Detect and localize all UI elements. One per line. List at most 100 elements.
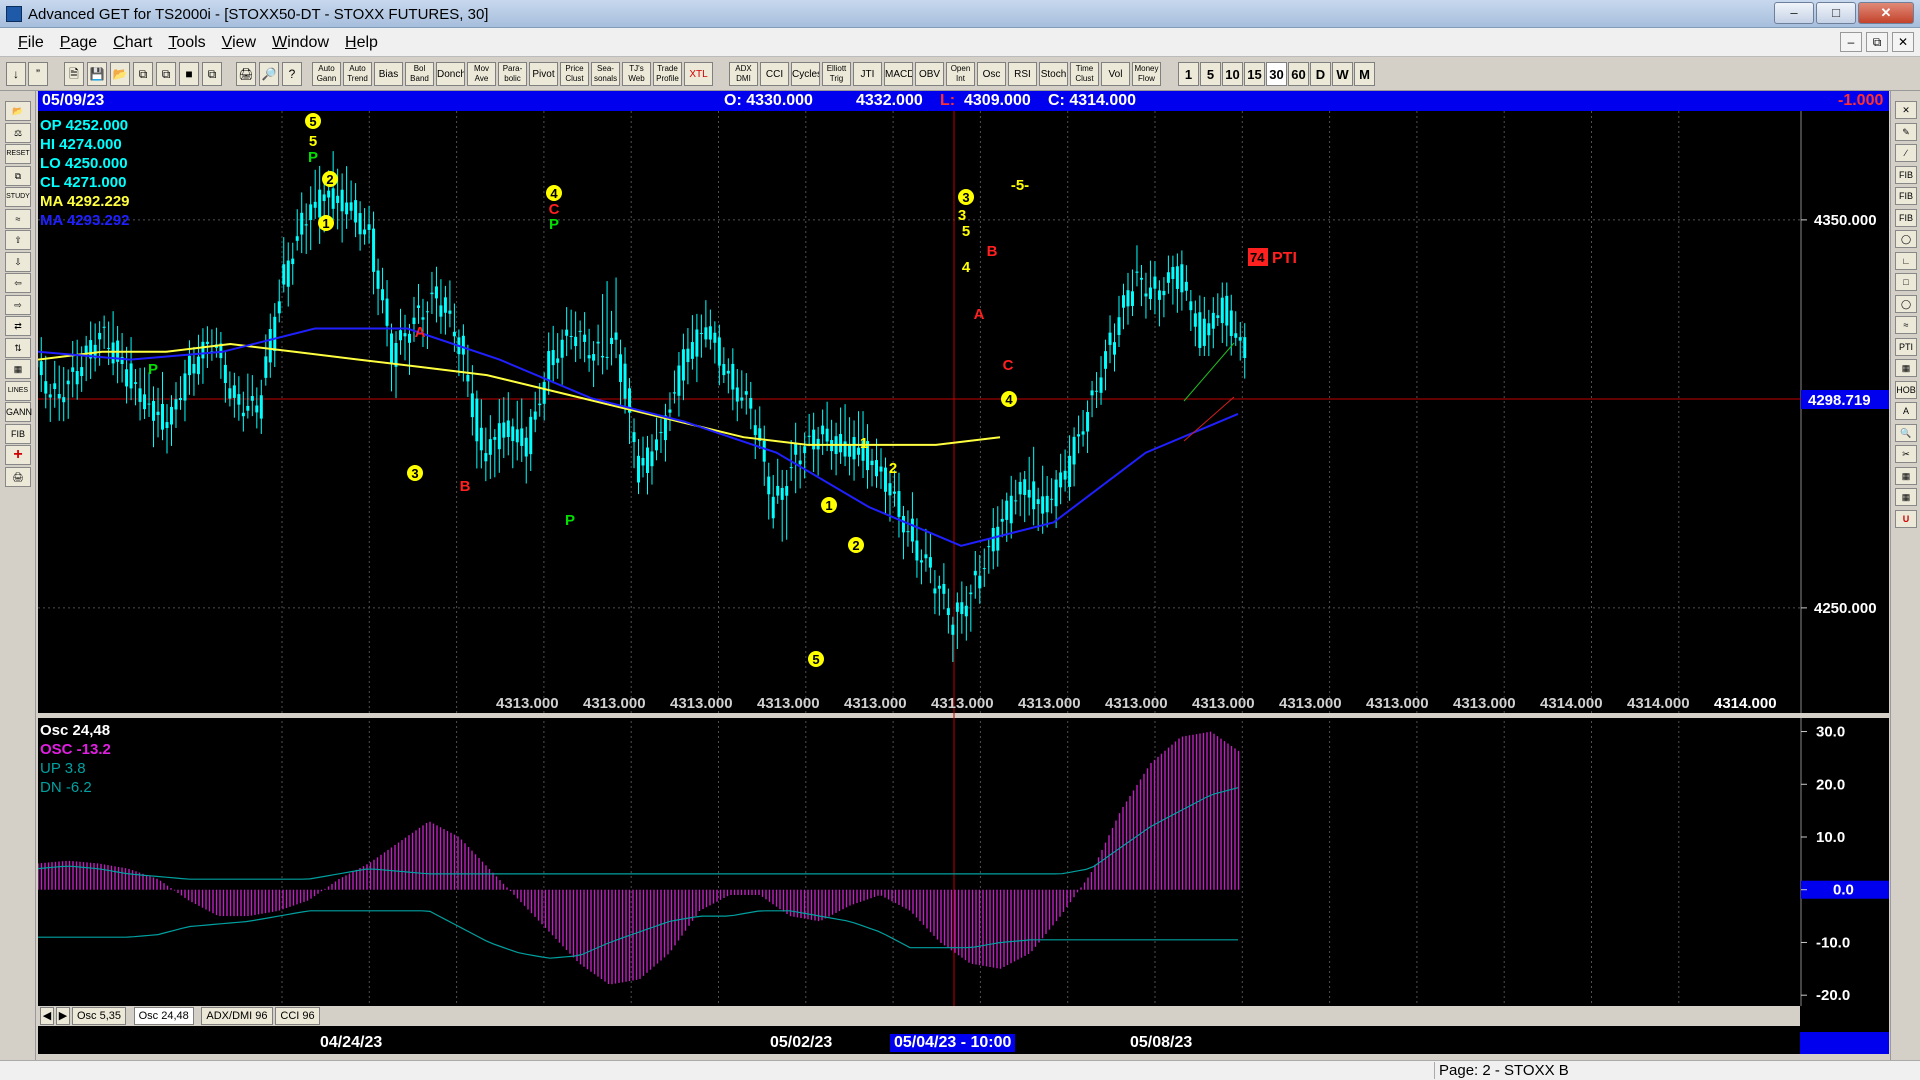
interval-button-30[interactable]: 30 [1266,62,1287,86]
wave-icon[interactable]: ≈ [1895,316,1917,334]
left-arrow-icon[interactable]: ⇦ [5,273,31,293]
study-button-adx-dmi[interactable]: ADX DMI [729,62,758,86]
chart-area[interactable]: 55P21PA3B4CPP125123354BAC4-5- 4350.00042… [38,111,1889,1032]
fib-time-icon[interactable]: FIB [1895,208,1917,227]
reset-icon[interactable]: RESET [5,144,31,164]
tab-cci-96[interactable]: CCI 96 [275,1007,320,1025]
print-icon[interactable]: 🖨 [5,466,31,487]
study-button-auto-trend[interactable]: Auto Trend [343,62,372,86]
spiral-icon[interactable]: ◯ [1895,230,1917,248]
study-button-elliott-trig[interactable]: Elliott Trig [822,62,851,86]
mdi-restore-icon[interactable]: ⧉ [1866,32,1888,52]
study-button-money-flow[interactable]: Money Flow [1132,62,1161,86]
toolbar-tool-2-icon[interactable]: 🗎 [64,62,84,86]
toolbar-tool-3-icon[interactable]: 💾 [87,62,107,86]
menu-page[interactable]: Page [52,34,105,52]
pti-icon[interactable]: PTI [1895,337,1917,356]
erase-icon[interactable]: ✂ [1895,445,1917,463]
fib-ext-icon[interactable]: FIB [1895,187,1917,205]
toolbar-tool-7-icon[interactable]: ■ [179,62,199,86]
interval-button-m[interactable]: M [1354,62,1375,86]
tab-osc-24-48[interactable]: Osc 24,48 [133,1007,194,1025]
menu-chart[interactable]: Chart [105,34,160,52]
tab-scroll-left-icon[interactable]: ◀ [40,1007,54,1025]
menu-help[interactable]: Help [337,34,386,52]
up-arrow-icon[interactable]: ⇧ [5,230,31,250]
toolbar-tool-8-icon[interactable]: ⧉ [202,62,222,86]
toolbar-tool-10-icon[interactable]: 🔎 [259,62,279,86]
interval-button-60[interactable]: 60 [1288,62,1309,86]
mdi-minimize-icon[interactable]: – [1840,32,1862,52]
minimize-icon[interactable]: – [1774,2,1814,24]
interval-button-d[interactable]: D [1310,62,1331,86]
toolbar-tool-6-icon[interactable]: ⧉ [156,62,176,86]
study-button-stoch[interactable]: Stoch [1039,62,1068,86]
fib-icon[interactable]: FIB [5,423,31,444]
study-button-para-bolic[interactable]: Para- bolic [498,62,527,86]
study-button-sea-sonals[interactable]: Sea- sonals [591,62,620,86]
study-button-jti[interactable]: JTI [853,62,882,86]
interval-button-15[interactable]: 15 [1244,62,1265,86]
study-button-time-clust[interactable]: Time Clust [1070,62,1099,86]
zoom-icon[interactable]: 🔍 [1895,423,1917,442]
toolbar-tool-9-icon[interactable]: 🖨 [236,62,256,86]
study-button-trade-profile[interactable]: Trade Profile [653,62,682,86]
menu-tools[interactable]: Tools [160,34,213,52]
pane-separator[interactable] [38,713,1889,718]
ruler-icon[interactable]: ▦ [1895,488,1917,506]
study-button-cci[interactable]: CCI [760,62,789,86]
mdi-close-icon[interactable]: ✕ [1892,32,1914,52]
tab-adx-dmi-96[interactable]: ADX/DMI 96 [201,1007,273,1025]
study-button-bol-band[interactable]: Bol Band [405,62,434,86]
menu-window[interactable]: Window [264,34,337,52]
menu-file[interactable]: File [10,34,52,52]
tab-scroll-right-icon[interactable]: ▶ [56,1007,70,1025]
interval-button-5[interactable]: 5 [1200,62,1221,86]
study-button-vol[interactable]: Vol [1101,62,1130,86]
study-button-xtl[interactable]: XTL [684,62,713,86]
maximize-icon[interactable]: □ [1816,2,1856,24]
elliott-icon[interactable]: ≈ [5,208,31,229]
ellipse-icon[interactable]: ◯ [1895,294,1917,313]
hob-icon[interactable]: HOB [1895,380,1917,399]
crosshair-icon[interactable]: + [5,445,31,465]
toolbar-tool-0-icon[interactable]: ↓ [6,62,26,86]
study-button-bias[interactable]: Bias [374,62,403,86]
study-button-auto-gann[interactable]: Auto Gann [312,62,341,86]
study-button-cycles[interactable]: Cycles [791,62,820,86]
toolbar-tool-5-icon[interactable]: ⧉ [133,62,153,86]
magnet-icon[interactable]: U [1895,509,1917,528]
gann-icon[interactable]: GANN [5,402,32,422]
interval-button-w[interactable]: W [1332,62,1353,86]
open-icon[interactable]: 📂 [5,101,31,121]
layout-icon[interactable]: ⧉ [5,165,31,186]
study-icon[interactable]: STUDY [5,187,31,207]
study-button-pivot[interactable]: Pivot [529,62,558,86]
line-icon[interactable]: ∕ [1895,144,1917,162]
menu-view[interactable]: View [214,34,264,52]
calc-icon[interactable]: ▦ [1895,466,1917,485]
grid-icon[interactable]: ▦ [5,359,31,379]
interval-button-10[interactable]: 10 [1222,62,1243,86]
study-button-macd[interactable]: MACD [884,62,913,86]
pencil-icon[interactable]: ✎ [1895,122,1917,141]
toolbar-tool-1-icon[interactable]: ” [28,62,48,86]
study-button-tj-s-web[interactable]: TJ's Web [622,62,651,86]
compress-icon[interactable]: ⇅ [5,337,31,358]
study-button-rsi[interactable]: RSI [1008,62,1037,86]
study-button-donch[interactable]: Donch [436,62,465,86]
study-button-obv[interactable]: OBV [915,62,944,86]
close-x-icon[interactable]: ✕ [1895,101,1917,119]
down-arrow-icon[interactable]: ⇩ [5,251,31,272]
box-icon[interactable]: □ [1895,273,1917,291]
fan-icon[interactable]: ∟ [1895,251,1917,270]
interval-button-1[interactable]: 1 [1178,62,1199,86]
text-icon[interactable]: A [1895,402,1917,420]
right-arrow-icon[interactable]: ⇨ [5,294,31,315]
study-button-price-clust[interactable]: Price Clust [560,62,589,86]
study-button-osc[interactable]: Osc [977,62,1006,86]
study-button-mov-ave[interactable]: Mov Ave [467,62,496,86]
tab-osc-5-35[interactable]: Osc 5,35 [72,1007,127,1025]
balance-icon[interactable]: ⚖ [5,122,31,143]
fib-ret-icon[interactable]: FIB [1895,165,1917,184]
